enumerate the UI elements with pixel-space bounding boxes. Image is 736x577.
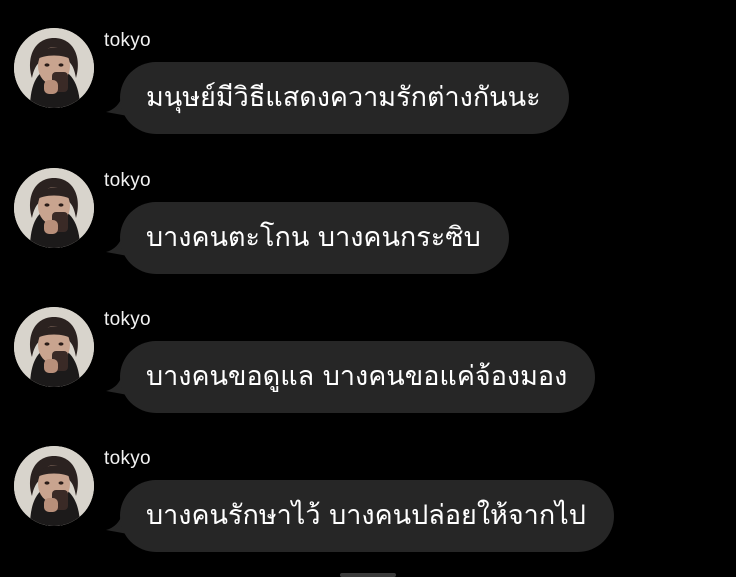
scroll-indicator (340, 573, 396, 577)
avatar[interactable] (14, 28, 94, 108)
avatar[interactable] (14, 168, 94, 248)
username[interactable]: tokyo (104, 30, 151, 52)
username[interactable]: tokyo (104, 448, 151, 470)
message-bubble[interactable]: บางคนรักษาไว้ บางคนปล่อยให้จากไป (120, 480, 614, 552)
message-row: tokyo บางคนขอดูแล บางคนขอแค่จ้องมอง (0, 307, 736, 437)
message-bubble[interactable]: บางคนขอดูแล บางคนขอแค่จ้องมอง (120, 341, 595, 413)
message-bubble[interactable]: บางคนตะโกน บางคนกระซิบ (120, 202, 509, 274)
message-row: tokyo บางคนรักษาไว้ บางคนปล่อยให้จากไป (0, 446, 736, 576)
profile-photo-icon (14, 28, 94, 108)
avatar[interactable] (14, 446, 94, 526)
avatar[interactable] (14, 307, 94, 387)
chat-thread: tokyo มนุษย์มีวิธีแสดงความรักต่างกันนะ t… (0, 0, 736, 577)
profile-photo-icon (14, 307, 94, 387)
message-row: tokyo บางคนตะโกน บางคนกระซิบ (0, 168, 736, 298)
username[interactable]: tokyo (104, 309, 151, 331)
message-bubble[interactable]: มนุษย์มีวิธีแสดงความรักต่างกันนะ (120, 62, 569, 134)
profile-photo-icon (14, 446, 94, 526)
profile-photo-icon (14, 168, 94, 248)
message-row: tokyo มนุษย์มีวิธีแสดงความรักต่างกันนะ (0, 28, 736, 158)
username[interactable]: tokyo (104, 170, 151, 192)
